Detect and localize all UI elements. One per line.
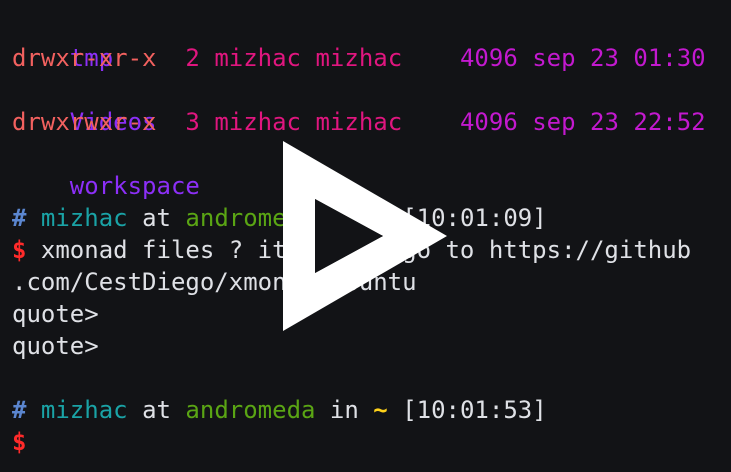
- prompt-at: at: [142, 204, 171, 232]
- prompt-user: mizhac: [40, 204, 128, 232]
- prompt-at: at: [142, 396, 171, 424]
- shell-prompt: # mizhac at andromeda in ~ [10:01:53]: [12, 394, 731, 426]
- group: mizhac: [315, 108, 403, 136]
- command-line[interactable]: $: [12, 426, 731, 458]
- ls-entry-name: Videos: [12, 74, 731, 136]
- prompt-host: andromeda: [185, 396, 316, 424]
- permissions: drwxr-xr-x: [12, 44, 157, 72]
- prompt-dollar: $: [12, 428, 27, 456]
- file-size: 4096: [459, 44, 518, 72]
- modified-date: sep 23 22:52: [532, 108, 706, 136]
- play-icon: [283, 141, 447, 331]
- prompt-user: mizhac: [40, 396, 128, 424]
- link-count: 2: [185, 44, 200, 72]
- prompt-hash: #: [12, 396, 27, 424]
- prompt-hash: #: [12, 204, 27, 232]
- prompt-in: in: [329, 396, 359, 424]
- ls-entry-name: tmp: [12, 10, 731, 72]
- modified-date: sep 23 01:30: [532, 44, 706, 72]
- prompt-dollar: $: [12, 236, 27, 264]
- ls-entry-detail: drwxrwxr-x 3 mizhac mizhac 4096 sep 23 2…: [12, 106, 731, 138]
- prompt-cwd: ~: [373, 396, 388, 424]
- prompt-time: [10:01:53]: [402, 396, 547, 424]
- ls-entry-detail: drwxr-xr-x 2 mizhac mizhac 4096 sep 23 0…: [12, 42, 731, 74]
- play-button[interactable]: [281, 139, 451, 333]
- permissions: drwxrwxr-x: [12, 108, 157, 136]
- group: mizhac: [315, 44, 403, 72]
- link-count: 3: [185, 108, 200, 136]
- quote-continuation: quote>: [12, 332, 99, 360]
- owner: mizhac: [214, 44, 302, 72]
- owner: mizhac: [214, 108, 302, 136]
- file-size: 4096: [459, 108, 518, 136]
- directory-name: workspace: [69, 172, 200, 200]
